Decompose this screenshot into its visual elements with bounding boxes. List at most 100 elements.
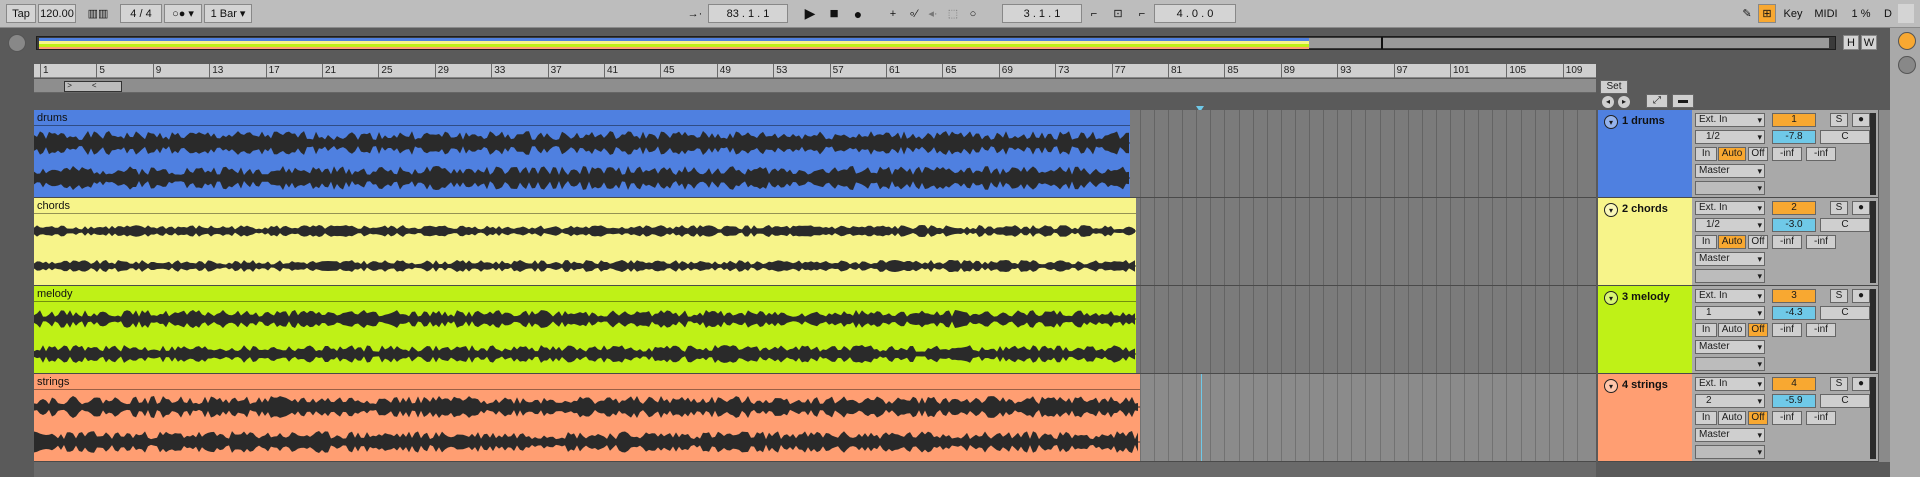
track-header-melody[interactable]: ▾ 3 melody: [1598, 286, 1692, 374]
track-name[interactable]: 2 chords: [1622, 203, 1668, 215]
play-icon[interactable]: ▶: [800, 4, 820, 23]
arrangement-position-field[interactable]: 83 . 1 . 1: [708, 4, 788, 23]
arm-record-icon[interactable]: ●: [1852, 113, 1870, 127]
volume-field[interactable]: -4.3: [1772, 306, 1816, 320]
automation-arm-icon[interactable]: ∘⁄: [904, 4, 922, 23]
record-icon[interactable]: ●: [848, 4, 868, 23]
monitor-off-button[interactable]: Off: [1748, 235, 1768, 249]
audio-clip-melody[interactable]: melody: [34, 286, 1136, 373]
monitor-auto-button[interactable]: Auto: [1718, 323, 1746, 337]
output-select[interactable]: Master: [1695, 428, 1765, 442]
key-map-button[interactable]: Key: [1778, 4, 1808, 23]
input-channel-select[interactable]: 2: [1695, 394, 1765, 408]
arrangement-overview[interactable]: [36, 36, 1836, 50]
follow-icon[interactable]: →·: [682, 4, 708, 23]
fold-icon[interactable]: ▾: [1604, 291, 1618, 305]
arm-record-icon[interactable]: ●: [1852, 201, 1870, 215]
input-type-select[interactable]: Ext. In: [1695, 113, 1765, 127]
audio-clip-drums[interactable]: drums: [34, 110, 1130, 197]
quantize-menu[interactable]: 1 Bar ▾: [204, 4, 252, 23]
arm-record-icon[interactable]: ●: [1852, 377, 1870, 391]
loop-start-field[interactable]: 3 . 1 . 1: [1002, 4, 1082, 23]
track-name[interactable]: 3 melody: [1622, 291, 1670, 303]
solo-button[interactable]: S: [1830, 201, 1848, 215]
loop-brace-strip[interactable]: > <: [34, 79, 1596, 93]
input-type-select[interactable]: Ext. In: [1695, 377, 1765, 391]
pan-field[interactable]: C: [1820, 130, 1870, 144]
output-channel-select[interactable]: [1695, 181, 1765, 195]
pan-field[interactable]: C: [1820, 394, 1870, 408]
fold-icon[interactable]: ▾: [1604, 115, 1618, 129]
track-name[interactable]: 1 drums: [1622, 115, 1665, 127]
track-name[interactable]: 4 strings: [1622, 379, 1668, 391]
loop-brace[interactable]: > <: [64, 81, 122, 92]
monitor-in-button[interactable]: In: [1695, 147, 1717, 161]
fold-icon[interactable]: ▾: [1604, 379, 1618, 393]
loop-length-field[interactable]: 4 . 0 . 0: [1154, 4, 1236, 23]
arm-record-icon[interactable]: ●: [1852, 289, 1870, 303]
info-toggle-icon[interactable]: [1898, 32, 1916, 50]
monitor-off-button[interactable]: Off: [1748, 323, 1768, 337]
fit-height-button[interactable]: H: [1843, 35, 1859, 50]
input-type-select[interactable]: Ext. In: [1695, 289, 1765, 303]
monitor-in-button[interactable]: In: [1695, 235, 1717, 249]
volume-field[interactable]: -3.0: [1772, 218, 1816, 232]
view-toggle-icon[interactable]: [1898, 56, 1916, 74]
track-activator-button[interactable]: 4: [1772, 377, 1816, 391]
set-button[interactable]: Set: [1600, 80, 1628, 94]
monitor-off-button[interactable]: Off: [1748, 411, 1768, 425]
output-channel-select[interactable]: [1695, 269, 1765, 283]
audio-clip-strings[interactable]: strings: [34, 374, 1140, 461]
track-lane-drums[interactable]: drums: [34, 110, 1596, 198]
monitor-auto-button[interactable]: Auto: [1718, 147, 1746, 161]
fit-width-button[interactable]: W: [1861, 35, 1877, 50]
metronome-icon[interactable]: ○● ▾: [164, 4, 202, 23]
input-channel-select[interactable]: 1: [1695, 306, 1765, 320]
output-channel-select[interactable]: [1695, 445, 1765, 459]
output-channel-select[interactable]: [1695, 357, 1765, 371]
input-channel-select[interactable]: 1/2: [1695, 218, 1765, 232]
input-type-select[interactable]: Ext. In: [1695, 201, 1765, 215]
vertical-scrollbar[interactable]: [1878, 110, 1890, 462]
volume-field[interactable]: -5.9: [1772, 394, 1816, 408]
monitor-in-button[interactable]: In: [1695, 323, 1717, 337]
loop-switch-icon[interactable]: ⊡: [1108, 4, 1128, 23]
track-header-drums[interactable]: ▾ 1 drums: [1598, 110, 1692, 198]
beat-time-ruler[interactable]: 1 5 9 13 17 21 25 29 33 37 41 45 49 53 57 61 65 69 73 77 81 8…: [34, 64, 1596, 78]
output-select[interactable]: Master: [1695, 164, 1765, 178]
time-signature-field[interactable]: 4 / 4: [120, 4, 162, 23]
tempo-field[interactable]: 120.00: [38, 4, 76, 23]
audio-clip-chords[interactable]: chords: [34, 198, 1136, 285]
track-header-chords[interactable]: ▾ 2 chords: [1598, 198, 1692, 286]
draw-mode-icon[interactable]: ✎: [1738, 4, 1756, 23]
input-channel-select[interactable]: 1/2: [1695, 130, 1765, 144]
punch-out-icon[interactable]: ⌐: [1132, 4, 1152, 23]
tap-tempo-button[interactable]: Tap: [6, 4, 36, 23]
solo-button[interactable]: S: [1830, 113, 1848, 127]
track-activator-button[interactable]: 2: [1772, 201, 1816, 215]
midi-map-button[interactable]: MIDI: [1810, 4, 1842, 23]
capture-icon[interactable]: ⬚: [944, 4, 962, 23]
stop-icon[interactable]: ■: [824, 4, 844, 23]
fold-icon[interactable]: ▾: [1604, 203, 1618, 217]
browser-toggle-icon[interactable]: [8, 34, 26, 52]
lock-icon[interactable]: ▬: [1672, 94, 1694, 108]
monitor-off-button[interactable]: Off: [1748, 147, 1768, 161]
monitor-auto-button[interactable]: Auto: [1718, 411, 1746, 425]
track-lane-chords[interactable]: chords: [34, 198, 1596, 286]
monitor-auto-button[interactable]: Auto: [1718, 235, 1746, 249]
reenable-automation-icon[interactable]: ◂·: [924, 4, 942, 23]
session-record-icon[interactable]: ○: [964, 4, 982, 23]
expand-icon[interactable]: ⤢: [1646, 94, 1668, 108]
pan-field[interactable]: C: [1820, 306, 1870, 320]
pan-field[interactable]: C: [1820, 218, 1870, 232]
output-select[interactable]: Master: [1695, 340, 1765, 354]
track-header-strings[interactable]: ▾ 4 strings: [1598, 374, 1692, 462]
overdub-icon[interactable]: +: [884, 4, 902, 23]
prev-locator-icon[interactable]: ◂: [1602, 96, 1614, 108]
monitor-in-button[interactable]: In: [1695, 411, 1717, 425]
track-lane-melody[interactable]: melody: [34, 286, 1596, 374]
track-lane-strings[interactable]: strings: [34, 374, 1596, 462]
volume-field[interactable]: -7.8: [1772, 130, 1816, 144]
next-locator-icon[interactable]: ▸: [1618, 96, 1630, 108]
